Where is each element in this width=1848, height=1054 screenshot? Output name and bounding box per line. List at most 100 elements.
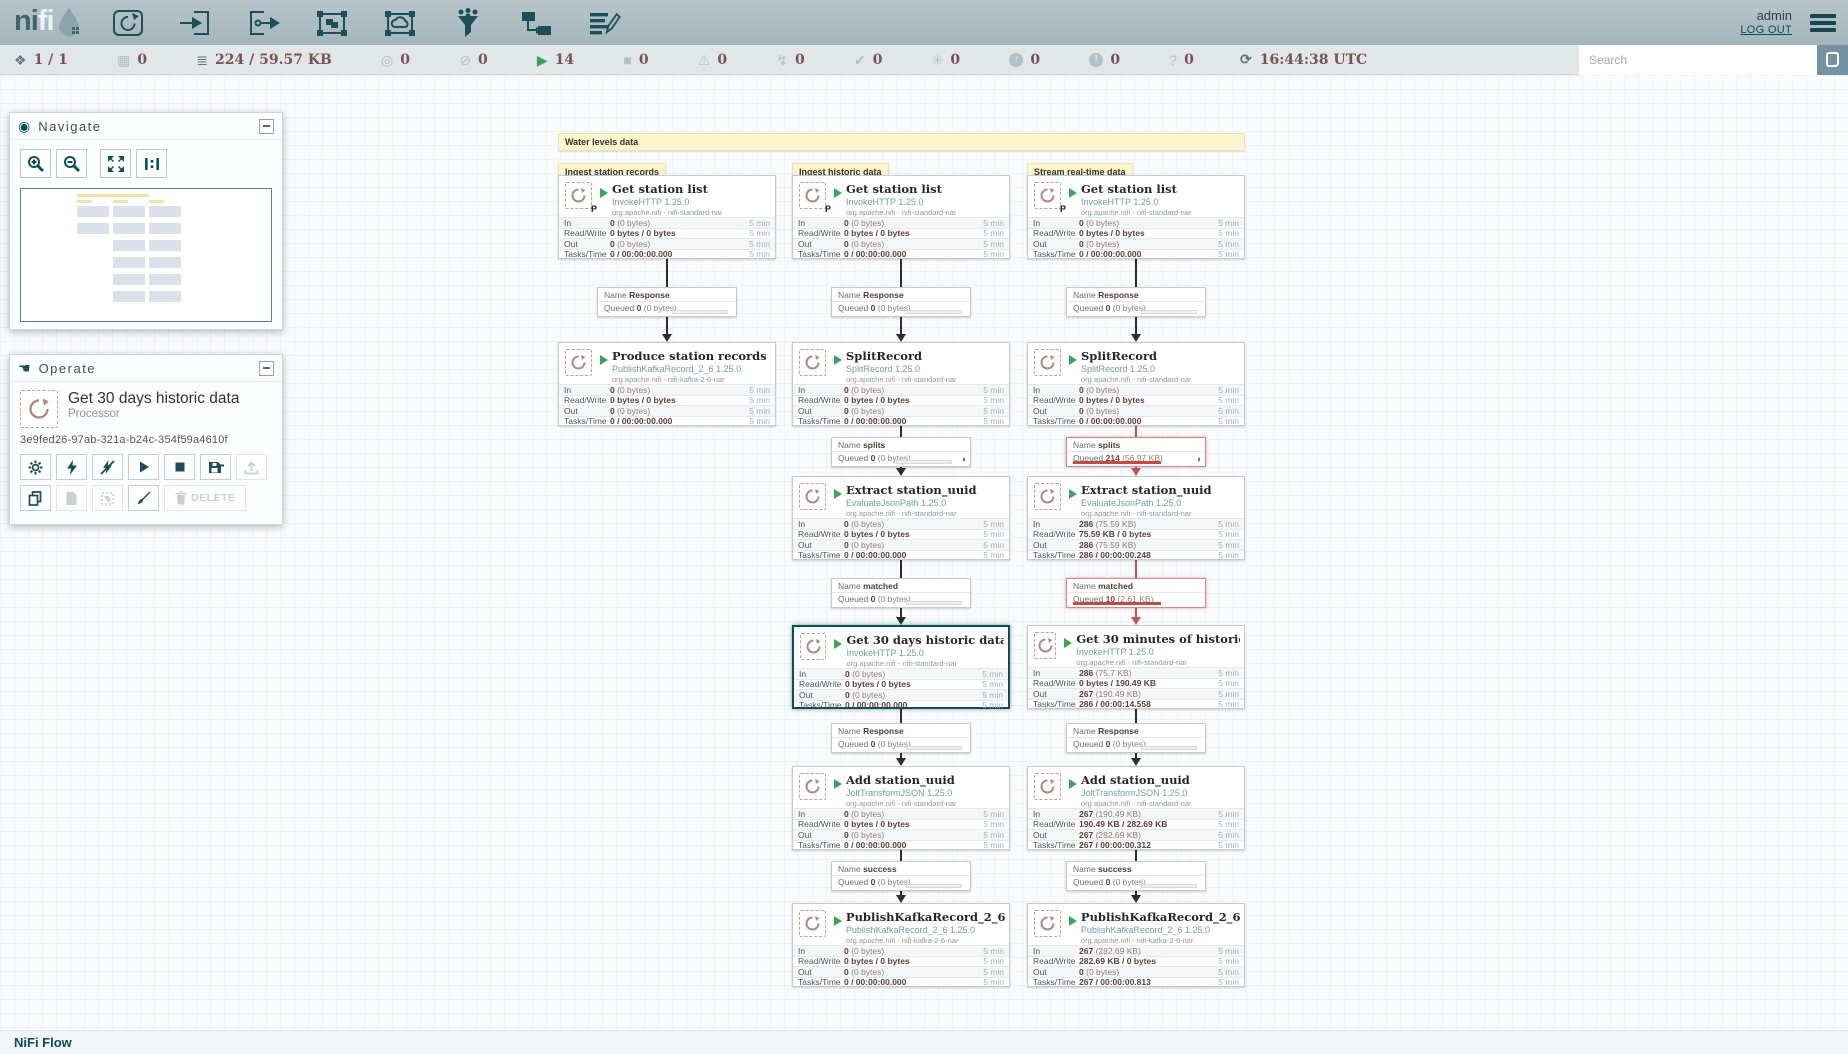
logout-link[interactable]: LOG OUT — [1740, 23, 1792, 38]
global-menu-icon[interactable] — [1808, 9, 1838, 37]
input-port-component-icon[interactable] — [176, 6, 216, 40]
zoom-in-button[interactable] — [20, 149, 51, 178]
connection-label[interactable]: Name splits Queued 0 (0 bytes) ◑ — [831, 437, 971, 467]
connection-label[interactable]: Name success Queued 0 (0 bytes) ◑ — [831, 861, 971, 891]
search-input[interactable] — [1579, 45, 1817, 75]
running-status-icon — [1064, 638, 1072, 648]
birdseye-minimap[interactable] — [20, 188, 272, 322]
connection-line — [1135, 317, 1137, 335]
processor-type: PublishKafkaRecord_2_6 1.25.0 — [846, 925, 1005, 935]
processor[interactable]: P Get station list InvokeHTTP 1.25.0 org… — [558, 175, 776, 259]
connection-queue-row: Queued 10 (2.61 KB) ◑ — [1067, 593, 1205, 607]
disable-button[interactable] — [92, 454, 123, 480]
queue-progress-bar — [896, 460, 952, 464]
processor[interactable]: P PublishKafkaRecord_2_6 PublishKafkaRec… — [792, 903, 1010, 987]
processor[interactable]: P Get 30 days historic data InvokeHTTP 1… — [792, 625, 1010, 709]
connection-label[interactable]: Name Response Queued 0 (0 bytes) ◑ — [1066, 287, 1206, 317]
zoom-actual-size-button[interactable] — [136, 149, 167, 178]
label-component-icon[interactable] — [584, 6, 624, 40]
processor-icon: P — [1034, 349, 1061, 376]
enable-button[interactable] — [56, 454, 87, 480]
collapse-navigate-button[interactable] — [259, 119, 274, 134]
connection-label[interactable]: Name matched Queued 10 (2.61 KB) ◑ — [1066, 578, 1206, 608]
connection-label[interactable]: Name Response Queued 0 (0 bytes) ◑ — [831, 723, 971, 753]
minimap-processor-block — [149, 257, 181, 268]
processor-name: Get 30 minutes of historic data — [1076, 632, 1240, 646]
processor[interactable]: P Add station_uuid JoltTransformJSON 1.2… — [792, 766, 1010, 850]
breadcrumb-root[interactable]: NiFi Flow — [14, 1035, 72, 1050]
processor-bundle: org.apache.nifi - nifi-standard-nar — [1076, 658, 1240, 667]
minimap-processor-block — [113, 257, 145, 268]
stat-row-read-write: Read/Write 0 bytes / 0 bytes 5 min — [1028, 395, 1244, 406]
create-template-button[interactable] — [200, 454, 231, 480]
connection-line — [1135, 850, 1137, 861]
processor-type: JoltTransformJSON 1.25.0 — [846, 788, 956, 798]
connection-label[interactable]: Name Response Queued 0 (0 bytes) ◑ — [1066, 723, 1206, 753]
paste-button — [56, 485, 87, 511]
connection-label[interactable]: Name Response Queued 0 (0 bytes) ◑ — [597, 287, 737, 317]
funnel-component-icon[interactable] — [448, 6, 488, 40]
stat-row-read-write: Read/Write 0 bytes / 0 bytes 5 min — [794, 679, 1008, 690]
processor-type: SplitRecord 1.25.0 — [846, 364, 956, 374]
flow-label-water-levels[interactable]: Water levels data — [558, 133, 1245, 151]
connection-line — [1135, 259, 1137, 287]
processor[interactable]: P Extract station_uuid EvaluateJsonPath … — [792, 476, 1010, 560]
processor[interactable]: P Get station list InvokeHTTP 1.25.0 org… — [1027, 175, 1245, 259]
processor[interactable]: P PublishKafkaRecord_2_6 PublishKafkaRec… — [1027, 903, 1245, 987]
fill-color-button[interactable] — [128, 485, 159, 511]
stat-row-tasks-time: Tasks/Time 286 / 00:00:00.248 5 min — [1028, 550, 1244, 561]
configure-button[interactable] — [20, 454, 51, 480]
connection-label[interactable]: Name Response Queued 0 (0 bytes) ◑ — [831, 287, 971, 317]
remote-process-group-component-icon[interactable] — [380, 6, 420, 40]
status-item: ? 0 — [1169, 52, 1194, 68]
output-port-component-icon[interactable] — [244, 6, 284, 40]
minimap-processor-block — [149, 291, 181, 302]
stat-row-in: In 286 (75.59 KB) 5 min — [1028, 518, 1244, 529]
flow-canvas[interactable]: Water levels data Ingest station records… — [0, 75, 1848, 1030]
connection-name-row: Name Response — [1067, 724, 1205, 738]
arrowhead-icon — [896, 895, 906, 903]
stat-row-out: Out 0 (0 bytes) 5 min — [793, 966, 1009, 977]
stop-button[interactable] — [164, 454, 195, 480]
refresh-icon[interactable]: ⟳ — [1240, 51, 1252, 68]
stat-row-read-write: Read/Write 0 bytes / 0 bytes 5 min — [559, 228, 775, 239]
processor[interactable]: P Get station list InvokeHTTP 1.25.0 org… — [792, 175, 1010, 259]
processor[interactable]: P SplitRecord SplitRecord 1.25.0 org.apa… — [792, 342, 1010, 426]
processor[interactable]: P Get 30 minutes of historic data Invoke… — [1027, 625, 1245, 709]
connection-label[interactable]: Name splits Queued 214 (56.97 KB) ◑ — [1066, 437, 1206, 467]
stat-row-in: In 0 (0 bytes) 5 min — [559, 384, 775, 395]
connection-label[interactable]: Name matched Queued 0 (0 bytes) ◑ — [831, 578, 971, 608]
processor[interactable]: P Extract station_uuid EvaluateJsonPath … — [1027, 476, 1245, 560]
start-button[interactable] — [128, 454, 159, 480]
arrowhead-icon — [896, 468, 906, 476]
zoom-fit-button[interactable] — [100, 149, 131, 178]
upload-template-button — [236, 454, 267, 480]
stat-row-tasks-time: Tasks/Time 0 / 00:00:00.000 5 min — [793, 416, 1009, 427]
processor-icon: P — [799, 773, 826, 800]
processor[interactable]: P Add station_uuid JoltTransformJSON 1.2… — [1027, 766, 1245, 850]
status-item: ◎ 0 — [381, 52, 410, 68]
stat-row-read-write: Read/Write 282.69 KB / 0 bytes 5 min — [1028, 956, 1244, 967]
processor-type: InvokeHTTP 1.25.0 — [1076, 647, 1240, 657]
connection-label[interactable]: Name success Queued 0 (0 bytes) ◑ — [1066, 861, 1206, 891]
collapse-operate-button[interactable] — [259, 361, 274, 376]
component-toolbar — [108, 6, 624, 40]
stat-row-tasks-time: Tasks/Time 0 / 00:00:00.000 5 min — [793, 249, 1009, 260]
status-metrics: ❖ 1 / 1 ▦ 0 ≣ 224 / 59.57 KB ◎ 0 ⊘ 0 — [14, 52, 1194, 68]
process-group-component-icon[interactable] — [312, 6, 352, 40]
template-component-icon[interactable] — [516, 6, 556, 40]
processor[interactable]: P Produce station records PublishKafkaRe… — [558, 342, 776, 426]
status-item: ▦ 0 — [117, 52, 147, 68]
minimap-processor-block — [113, 291, 145, 302]
processor-bundle: org.apache.nifi - nifi-standard-nar — [846, 509, 977, 518]
stat-row-out: Out 267 (190.49 KB) 5 min — [1028, 688, 1244, 699]
selected-component-name: Get 30 days historic data — [68, 390, 239, 408]
stat-row-out: Out 0 (0 bytes) 5 min — [793, 238, 1009, 249]
copy-button[interactable] — [20, 485, 51, 511]
bulletin-board-button[interactable] — [1817, 45, 1848, 75]
zoom-out-button[interactable] — [56, 149, 87, 178]
processor[interactable]: P SplitRecord SplitRecord 1.25.0 org.apa… — [1027, 342, 1245, 426]
stat-row-read-write: Read/Write 0 bytes / 0 bytes 5 min — [793, 228, 1009, 239]
processor-component-icon[interactable] — [108, 6, 148, 40]
processor-icon: P — [1034, 632, 1056, 659]
